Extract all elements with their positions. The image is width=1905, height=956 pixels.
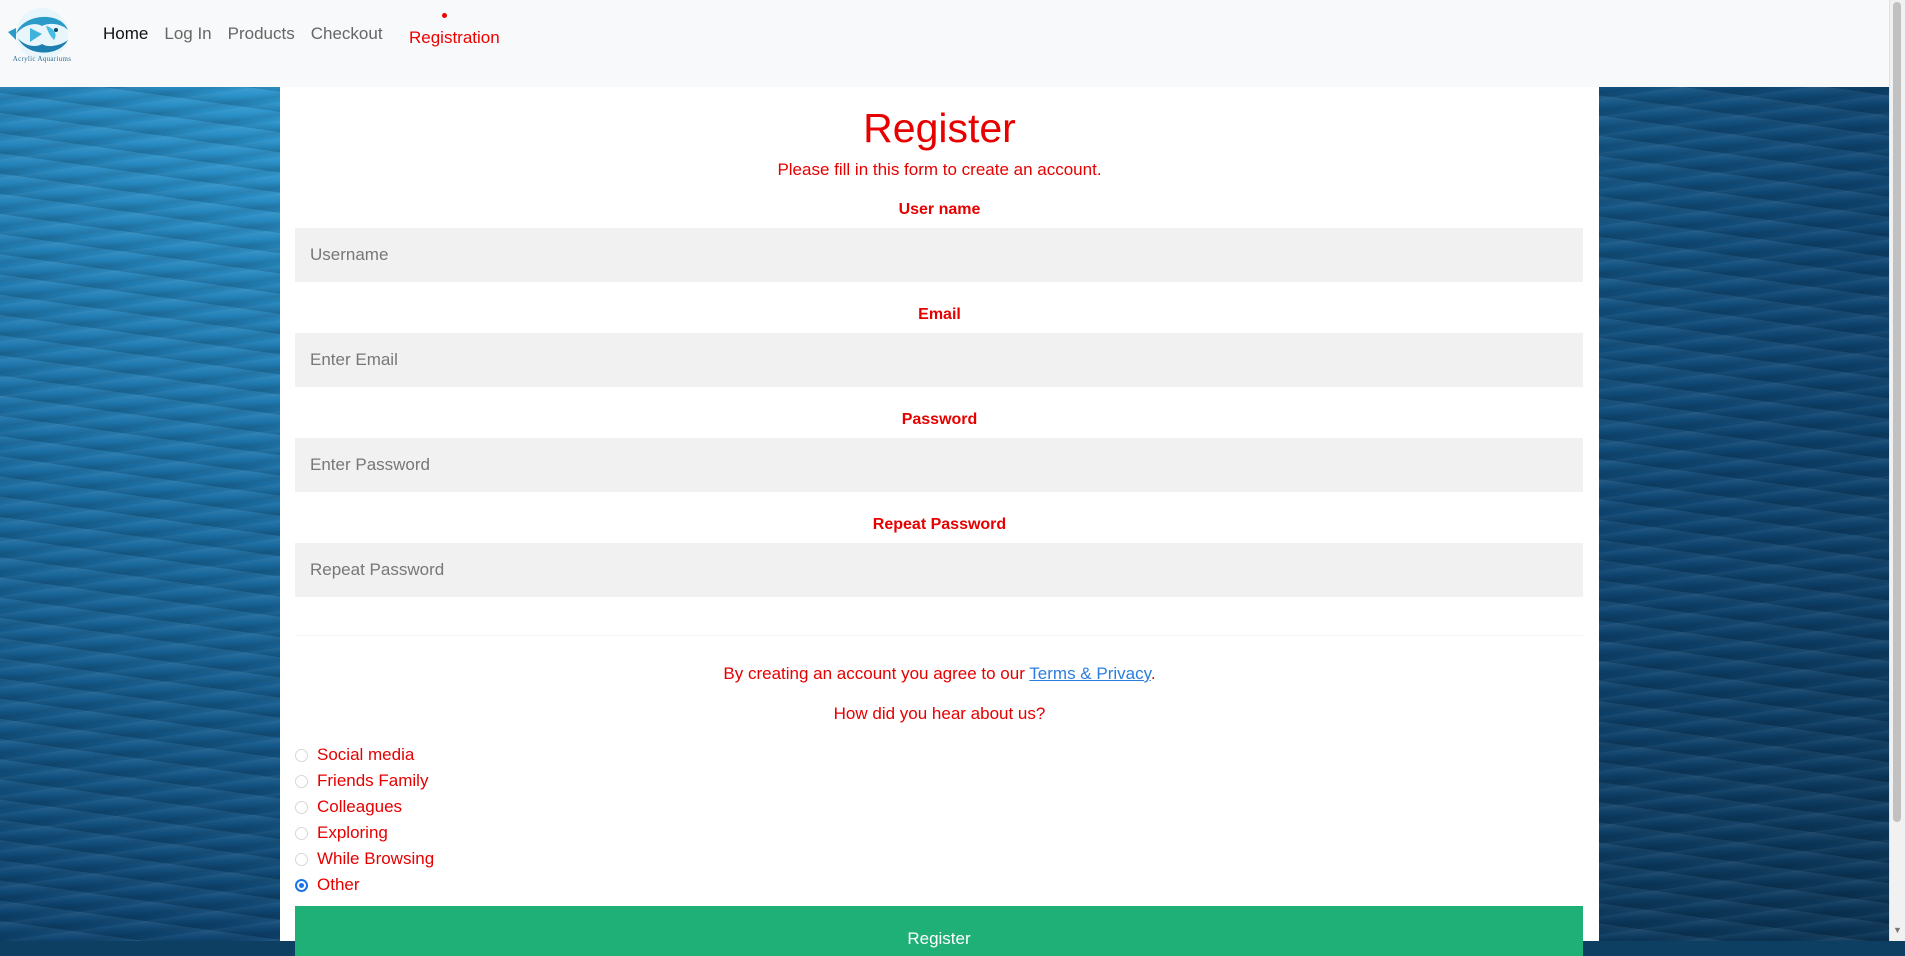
username-label: User name [898,201,981,218]
option-colleagues[interactable]: Colleagues [295,794,434,820]
register-button[interactable]: Register [295,906,1583,956]
password-label: Password [901,411,978,428]
option-friends-family[interactable]: Friends Family [295,768,434,794]
username-input[interactable] [295,228,1583,282]
vertical-scrollbar[interactable]: ▼ [1889,0,1905,941]
option-exploring[interactable]: Exploring [295,820,434,846]
hear-options: Social media Friends Family Colleagues E… [295,742,434,898]
register-panel: Register Please fill in this form to cre… [280,87,1599,956]
option-label: Other [317,875,360,894]
option-other[interactable]: Other [295,872,434,898]
logo-text: Acrylic Aquariums [12,55,72,63]
nav-registration[interactable]: Registration [409,28,500,48]
nav-login[interactable]: Log In [164,24,211,44]
repeat-password-label: Repeat Password [872,516,1007,533]
form-divider [295,635,1583,636]
scroll-down-arrow-icon[interactable]: ▼ [1893,925,1902,935]
option-while-browsing[interactable]: While Browsing [295,846,434,872]
form-subtitle: Please fill in this form to create an ac… [777,160,1102,179]
radio-button[interactable] [295,774,308,788]
scrollbar-thumb[interactable] [1893,2,1901,822]
terms-prefix: By creating an account you agree to our [723,664,1030,683]
active-indicator-dot [442,13,447,18]
password-input[interactable] [295,438,1583,492]
email-input[interactable] [295,333,1583,387]
hear-question: How did you hear about us? [833,704,1046,723]
navbar: Acrylic Aquariums Home Log In Products C… [0,0,1890,87]
nav-home[interactable]: Home [103,24,148,44]
radio-button[interactable] [295,800,308,814]
nav-products[interactable]: Products [228,24,295,44]
radio-button[interactable] [295,748,308,762]
option-social-media[interactable]: Social media [295,742,434,768]
option-label: While Browsing [317,849,435,868]
radio-button[interactable] [295,852,308,866]
nav-links: Home Log In Products Checkout [103,24,383,44]
option-label: Colleagues [317,797,403,816]
option-label: Friends Family [317,771,429,790]
terms-privacy-link[interactable]: Terms & Privacy [1029,664,1151,683]
radio-button-selected[interactable] [295,878,308,892]
terms-suffix: . [1150,664,1156,683]
option-label: Exploring [317,823,388,842]
page-title: Register [863,105,1016,151]
radio-button[interactable] [295,826,308,840]
email-label: Email [918,306,961,323]
terms-text: By creating an account you agree to our … [280,664,1599,684]
option-label: Social media [317,745,415,764]
repeat-password-input[interactable] [295,543,1583,597]
nav-checkout[interactable]: Checkout [311,24,383,44]
